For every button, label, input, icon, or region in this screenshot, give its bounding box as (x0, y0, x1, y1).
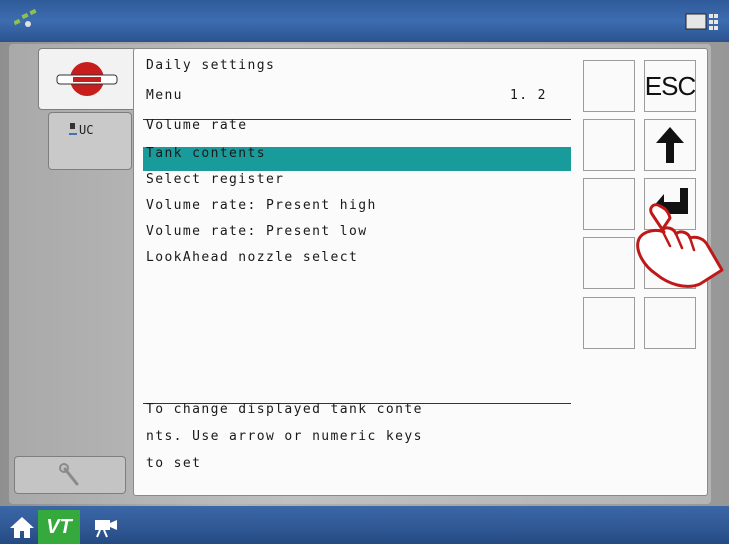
softkey-blank-6[interactable] (644, 297, 696, 349)
home-button[interactable] (2, 510, 42, 544)
softkey-blank-5[interactable] (583, 297, 635, 349)
tab-hardi[interactable] (38, 48, 134, 110)
pointing-hand-icon (636, 203, 724, 288)
page-subtitle: Menu (146, 88, 183, 103)
arrow-up-icon (656, 127, 684, 163)
camera-button[interactable] (86, 510, 126, 544)
screen-layout-icon[interactable] (685, 12, 719, 32)
menu-item-tank-contents[interactable]: Tank contents (146, 146, 266, 161)
uc-tab-icon (69, 123, 77, 135)
arrow-up-button[interactable] (644, 119, 696, 171)
softkey-blank-3[interactable] (583, 178, 635, 230)
vt-button[interactable]: VT (38, 510, 80, 544)
menu-item-volume-rate-high[interactable]: Volume rate: Present high (146, 198, 377, 213)
bottom-nav-bar: VT (0, 506, 729, 544)
top-status-bar (0, 0, 729, 42)
camera-icon (95, 520, 117, 538)
esc-label: ESC (644, 70, 696, 101)
home-icon (10, 517, 34, 538)
menu-item-volume-rate[interactable]: Volume rate (146, 118, 248, 133)
wrench-icon (59, 463, 79, 486)
tab-tools[interactable] (14, 456, 126, 494)
page-indicator: 1. 2 (510, 88, 547, 103)
softkey-blank-4[interactable] (583, 237, 635, 289)
page-title: Daily settings (146, 58, 276, 73)
softkey-blank-1[interactable] (583, 60, 635, 112)
menu-item-volume-rate-low[interactable]: Volume rate: Present low (146, 224, 367, 239)
softkey-blank-2[interactable] (583, 119, 635, 171)
esc-button[interactable]: ESC (644, 60, 696, 112)
gps-signal-icon[interactable] (14, 8, 42, 30)
menu-item-select-register[interactable]: Select register (146, 172, 284, 187)
vt-label: VT (46, 515, 72, 538)
menu-item-lookahead-nozzle[interactable]: LookAhead nozzle select (146, 250, 358, 265)
tab-uc[interactable]: UC (48, 112, 132, 170)
help-text-line-1: To change displayed tank conte (146, 402, 423, 417)
uc-tab-label: UC (69, 123, 93, 137)
hardi-logo-icon (56, 62, 118, 96)
help-text-line-2: nts. Use arrow or numeric keys (146, 429, 423, 444)
help-text-line-3: to set (146, 456, 202, 471)
